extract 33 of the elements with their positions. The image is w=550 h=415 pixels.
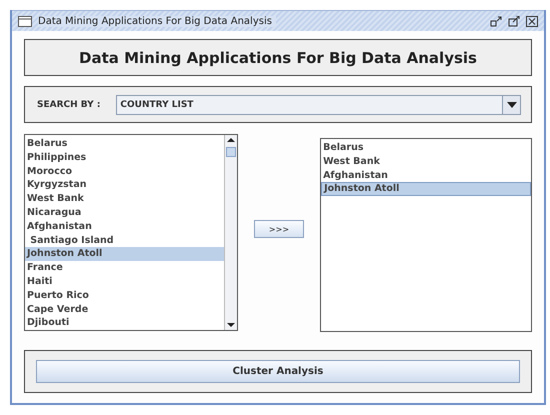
- list-item[interactable]: Belarus: [321, 141, 531, 155]
- scroll-down-icon[interactable]: [224, 320, 237, 330]
- caret-icon: [506, 102, 516, 108]
- search-label: SEARCH BY :: [37, 100, 100, 110]
- search-dropdown[interactable]: COUNTRY LIST: [116, 94, 521, 114]
- app-heading: Data Mining Applications For Big Data Analysis: [79, 48, 477, 66]
- list-item[interactable]: Belarus: [25, 137, 224, 151]
- list-item[interactable]: Haiti: [25, 274, 224, 289]
- list-item[interactable]: Santiago Island: [25, 234, 224, 248]
- list-item[interactable]: Kyrgyzstan: [25, 178, 224, 192]
- list-item[interactable]: West Bank: [321, 154, 531, 169]
- list-item[interactable]: Johnston Atoll: [321, 182, 531, 196]
- list-item[interactable]: Johnston Atoll: [25, 247, 224, 262]
- scroll-up-icon[interactable]: [224, 135, 237, 145]
- maximize-icon[interactable]: [508, 16, 520, 26]
- list-item[interactable]: Philippines: [25, 150, 224, 165]
- minimize-icon[interactable]: [490, 16, 502, 26]
- list-item[interactable]: West Bank: [25, 192, 224, 206]
- list-item[interactable]: Puerto Rico: [25, 288, 224, 303]
- move-button[interactable]: >>>: [254, 220, 304, 238]
- list-item[interactable]: Morocco: [25, 164, 224, 178]
- list-item[interactable]: Djibouti: [25, 316, 224, 330]
- list-item[interactable]: Cape Verde: [25, 302, 224, 316]
- list-item[interactable]: Afghanistan: [321, 168, 531, 182]
- scroll-thumb[interactable]: [226, 147, 236, 157]
- cluster-analysis-button[interactable]: Cluster Analysis: [36, 360, 520, 383]
- scrollbar[interactable]: [224, 135, 237, 330]
- window-title: Data Mining Applications For Big Data Analysis: [38, 16, 276, 26]
- list-item[interactable]: Nicaragua: [25, 206, 224, 220]
- list-item[interactable]: Afghanistan: [25, 220, 224, 234]
- list-item[interactable]: France: [25, 261, 224, 275]
- close-icon[interactable]: [526, 16, 538, 26]
- window-icon: [18, 16, 32, 26]
